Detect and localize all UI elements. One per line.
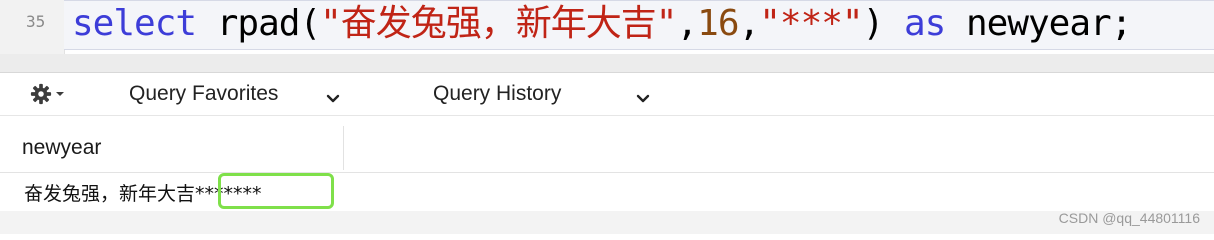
line-number: 35: [26, 12, 46, 31]
sql-code-line[interactable]: select rpad("奋发兔强，新年大吉",16,"***") as new…: [72, 2, 1132, 46]
table-row[interactable]: 奋发兔强，新年大吉*******: [0, 173, 1214, 211]
code-token-str: "奋发兔强，新年大吉": [320, 3, 677, 44]
gear-icon: [30, 83, 52, 105]
results-toolbar: Query Favorites Query History: [0, 73, 1214, 115]
code-token-pun: ,: [676, 3, 698, 44]
caret-down-icon: [55, 89, 65, 99]
sql-editor[interactable]: 35 select rpad("奋发兔强，新年大吉",16,"***") as …: [0, 0, 1214, 54]
code-token-str: "***": [759, 3, 863, 44]
code-token-pun: ,: [738, 3, 761, 44]
code-token-num: 16: [697, 3, 739, 44]
chevron-down-icon[interactable]: [636, 89, 650, 108]
watermark-text: CSDN @qq_44801116: [1058, 210, 1200, 226]
column-header-newyear[interactable]: newyear: [0, 126, 344, 170]
column-header-label: newyear: [22, 136, 102, 159]
code-token-pun: (: [299, 3, 321, 44]
chevron-down-icon[interactable]: [326, 89, 340, 108]
empty-row: [0, 211, 1214, 234]
line-gutter: 35: [0, 0, 65, 54]
query-favorites-label: Query Favorites: [129, 82, 279, 105]
code-token-pun: [196, 3, 217, 44]
results-grid: newyear 奋发兔强，新年大吉******* CSDN @qq_448011…: [0, 116, 1214, 234]
code-token-pun: ): [862, 3, 904, 44]
query-history-menu[interactable]: Query History: [433, 79, 561, 109]
split-divider[interactable]: [0, 54, 1214, 73]
gear-menu-button[interactable]: [30, 79, 65, 109]
annotation-highlight-box: [218, 173, 334, 209]
query-history-label: Query History: [433, 82, 562, 105]
code-token-kw: as: [903, 3, 946, 44]
code-token-fn: newyear;: [945, 3, 1132, 44]
query-favorites-menu[interactable]: Query Favorites: [129, 79, 278, 109]
code-token-fn: rpad: [216, 3, 301, 44]
code-token-kw: select: [72, 3, 197, 44]
